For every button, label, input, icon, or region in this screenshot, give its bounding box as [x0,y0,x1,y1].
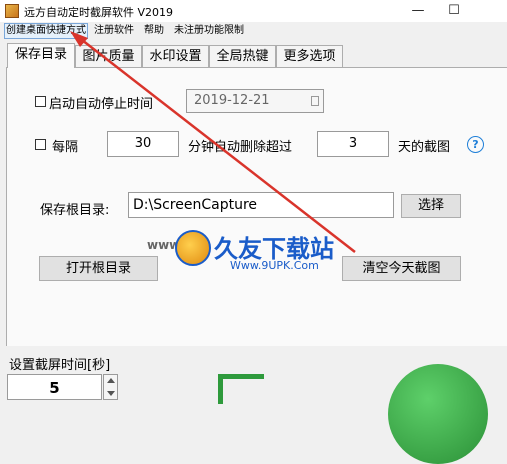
tab-save-dir[interactable]: 保存目录 [7,43,75,68]
annotation-arrow [70,31,356,253]
